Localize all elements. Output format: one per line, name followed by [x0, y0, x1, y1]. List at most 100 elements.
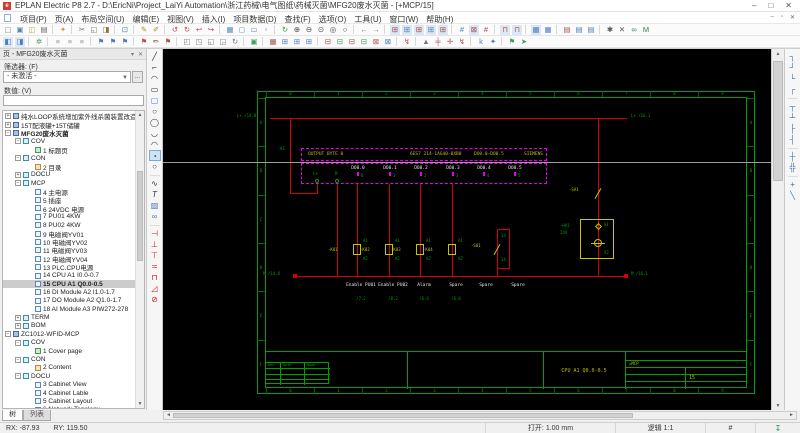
spline-icon[interactable]: ∿ — [149, 178, 161, 189]
break-point-icon[interactable]: + — [787, 179, 799, 190]
device-grid6-icon[interactable]: ⊠ — [383, 37, 393, 47]
grid-3-icon[interactable]: ⊞ — [414, 24, 424, 35]
paste-icon[interactable]: ◨ — [101, 25, 111, 35]
corner-ul-icon[interactable]: ┌ — [787, 84, 799, 95]
up-icon[interactable]: ▲ — [421, 37, 431, 47]
scroll-thumb[interactable] — [173, 413, 633, 418]
text-icon[interactable]: T — [149, 189, 161, 200]
mdi-minimize-button[interactable]: – — [770, 14, 773, 21]
list-a-icon[interactable]: ▤ — [562, 25, 572, 35]
value-input[interactable] — [3, 95, 144, 106]
mdi-close-button[interactable]: ✕ — [790, 14, 795, 21]
refresh-icon[interactable]: ↻ — [280, 25, 290, 35]
tree-item[interactable]: − COV — [3, 339, 135, 347]
redo-icon[interactable]: ↻ — [182, 25, 192, 35]
wrench-icon[interactable]: ✦ — [58, 25, 68, 35]
snap-grid-icon[interactable]: ⊠ — [469, 24, 479, 35]
table-icon[interactable]: ▦ — [531, 24, 541, 35]
tree-expander[interactable] — [27, 189, 33, 195]
polyline-icon[interactable]: ⌐ — [149, 62, 161, 73]
target-icon[interactable]: ✛ — [445, 37, 455, 47]
tree-item[interactable]: 4 主电源 — [3, 188, 135, 197]
menu-item[interactable]: 页(A) — [51, 15, 78, 24]
tree-expander[interactable]: − — [15, 155, 21, 162]
tree-item[interactable]: + TERM — [3, 313, 135, 321]
tree-expander[interactable]: − — [15, 356, 21, 363]
tree-expander[interactable]: + — [15, 322, 21, 329]
tree-expander[interactable] — [27, 390, 33, 396]
filter-dropdown[interactable]: - 未激活 - ▼ — [3, 71, 131, 83]
line-icon[interactable]: ╱ — [149, 51, 161, 62]
layers2-icon[interactable]: ◨ — [15, 36, 25, 47]
junction-icon[interactable]: ╬ — [787, 162, 799, 173]
device-grid1-icon[interactable]: ⊟ — [323, 37, 333, 47]
tree-item[interactable]: − CON — [3, 355, 135, 363]
tree-expander[interactable] — [27, 382, 33, 388]
navigator-icon[interactable]: ▦ — [268, 37, 278, 47]
grid-4-icon[interactable]: ⊞ — [426, 24, 436, 35]
tree-expander[interactable] — [27, 407, 33, 408]
t-node-icon[interactable]: ⊥ — [149, 239, 161, 250]
zoom-window-icon[interactable]: ⊙ — [316, 25, 326, 35]
marker3-icon[interactable]: ⚑ — [120, 37, 130, 47]
layers-icon[interactable]: ◧ — [3, 36, 13, 47]
marker2-icon[interactable]: ⚑ — [108, 37, 118, 47]
new-window-icon[interactable]: ▣ — [15, 25, 25, 35]
diagonal-icon[interactable]: ╲ — [787, 190, 799, 201]
tree-expander[interactable]: − — [15, 138, 21, 145]
tree-item[interactable]: 18 AI Module A3 PIW272-278 — [3, 305, 135, 313]
measure-icon[interactable]: M — [641, 25, 651, 35]
no-connection-icon[interactable]: ⊘ — [149, 294, 161, 305]
cross-icon[interactable]: ┼ — [787, 151, 799, 162]
page-prev-icon[interactable]: ◰ — [182, 37, 192, 47]
copy-icon[interactable]: ◱ — [89, 25, 99, 35]
scroll-left-icon[interactable]: ◄ — [164, 412, 173, 419]
k-tool-icon[interactable]: k — [476, 37, 486, 47]
t-down-icon[interactable]: ┬ — [787, 101, 799, 112]
scroll-thumb[interactable] — [137, 171, 143, 261]
magnet-a-icon[interactable]: ⊓ — [500, 24, 510, 35]
tree-item[interactable]: − CON — [3, 154, 135, 162]
scroll-thumb[interactable] — [773, 61, 783, 181]
tree-expander[interactable] — [27, 398, 33, 404]
menu-item[interactable]: 项目(P) — [16, 15, 51, 24]
tree-expander[interactable]: − — [15, 180, 21, 187]
image-tool-icon[interactable]: ▨ — [149, 200, 161, 211]
tree-expander[interactable]: + — [5, 121, 11, 128]
tree-expander[interactable] — [27, 306, 33, 312]
tree-expander[interactable] — [27, 222, 33, 228]
table-edit-icon[interactable]: ▦ — [543, 25, 553, 35]
graphic-icon[interactable]: ▣ — [249, 37, 259, 47]
menu-item[interactable]: 视图(V) — [163, 15, 198, 24]
tree-item[interactable]: + BOM — [3, 322, 135, 330]
tree-expander[interactable] — [27, 289, 33, 295]
tree-item[interactable]: 16 DI Module A2 I1.0-1.7 — [3, 288, 135, 296]
device-grid4-icon[interactable]: ⊟ — [359, 37, 369, 47]
tree-expander[interactable] — [27, 365, 33, 371]
zoom-out-icon[interactable]: ⊖ — [304, 25, 314, 35]
corner-dr-icon[interactable]: ┘ — [787, 62, 799, 73]
status-download-icon[interactable]: ↧ — [755, 423, 800, 433]
hyperlink-icon[interactable]: ∞ — [149, 211, 161, 222]
tree-item[interactable]: − MCP — [3, 179, 135, 187]
menu-item[interactable]: 编辑(E) — [128, 15, 163, 24]
star-tool-icon[interactable]: ✦ — [488, 37, 498, 47]
tree-item[interactable]: 4 Cabinet Lable — [3, 389, 135, 397]
tree-expander[interactable] — [27, 298, 33, 304]
device-grid3-icon[interactable]: ⊟ — [347, 37, 357, 47]
page-paste-icon[interactable]: ◲ — [218, 37, 228, 47]
canvas-vscrollbar[interactable]: ▲ ▼ — [771, 49, 784, 411]
table-view3-icon[interactable]: ⊞ — [304, 37, 314, 47]
tree-expander[interactable]: + — [15, 314, 21, 321]
tree-item[interactable]: − DOCU — [3, 372, 135, 380]
tab-tree[interactable]: 树 — [2, 410, 23, 421]
triangle-icon[interactable]: ◿ — [149, 283, 161, 294]
t-right-icon[interactable]: ├ — [787, 123, 799, 134]
tree-item[interactable]: 2 目录 — [3, 162, 135, 172]
undo-list-icon[interactable]: ↩ — [194, 25, 204, 35]
window-2-icon[interactable]: ◻ — [237, 25, 247, 35]
back-icon[interactable]: ← — [359, 25, 369, 35]
ellipse-icon[interactable]: ◯ — [149, 117, 161, 128]
panel-pin-icon[interactable]: ▾ — [131, 51, 134, 58]
tree-expander[interactable] — [27, 281, 33, 287]
